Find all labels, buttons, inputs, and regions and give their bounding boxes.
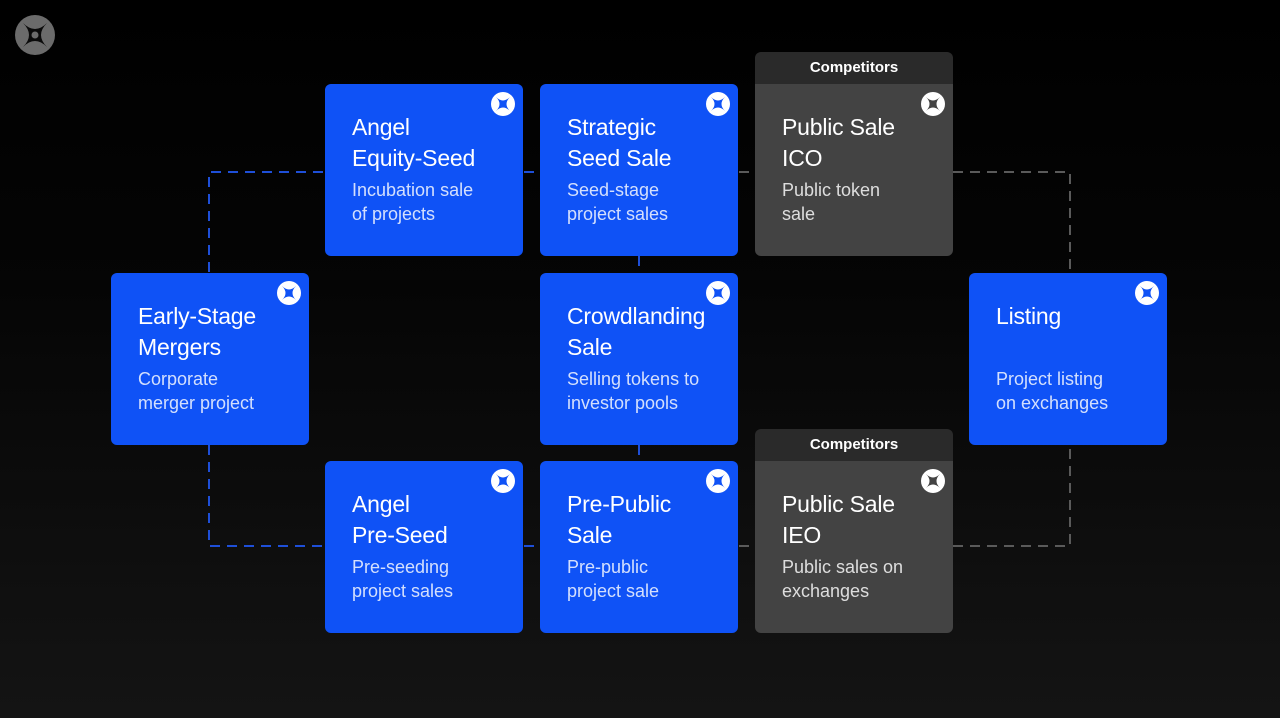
card-public-sale-ico[interactable]: Public Sale ICO Public token sale (755, 84, 953, 256)
card-description: Public token sale (782, 180, 881, 224)
card-angel-pre-seed[interactable]: Angel Pre-Seed Pre-seeding project sales (325, 461, 523, 633)
card-description: Public sales on exchanges (782, 557, 904, 601)
card-title: Public Sale ICO (782, 114, 895, 171)
x-circle-logo-icon (15, 15, 55, 55)
card-title: Strategic Seed Sale (567, 114, 672, 171)
x-circle-badge-icon (1135, 281, 1159, 305)
card-public-sale-ieo[interactable]: Public Sale IEO Public sales on exchange… (755, 461, 953, 633)
card-description: Corporate merger project (138, 369, 255, 413)
card-description: Incubation sale of projects (352, 180, 474, 224)
x-circle-badge-icon (921, 469, 945, 493)
card-description: Pre-public project sale (567, 557, 660, 601)
card-description: Project listing on exchanges (996, 369, 1109, 413)
x-circle-badge-icon (921, 92, 945, 116)
connector-bottom-right-b (953, 445, 1071, 547)
x-circle-badge-icon (706, 469, 730, 493)
card-description: Seed-stage project sales (567, 180, 669, 224)
card-strategic-seed-sale[interactable]: Strategic Seed Sale Seed-stage project s… (540, 84, 738, 256)
card-angel-equity-seed[interactable]: Angel Equity-Seed Incubation sale of pro… (325, 84, 523, 256)
connector-top-right-b (953, 171, 1071, 272)
card-title: Pre-Public Sale (567, 491, 672, 548)
connector-bottom-left (208, 445, 325, 547)
card-title: Early-Stage Mergers (138, 303, 256, 360)
x-circle-badge-icon (491, 469, 515, 493)
x-circle-badge-icon (706, 281, 730, 305)
card-listing[interactable]: Listing Project listing on exchanges (969, 273, 1167, 445)
card-pre-public-sale[interactable]: Pre-Public Sale Pre-public project sale (540, 461, 738, 633)
x-circle-badge-icon (706, 92, 730, 116)
x-circle-badge-icon (491, 92, 515, 116)
card-early-stage-mergers[interactable]: Early-Stage Mergers Corporate merger pro… (111, 273, 309, 445)
card-description: Selling tokens to investor pools (567, 369, 700, 413)
card-title: Angel Equity-Seed (352, 114, 476, 171)
card-crowdlanding-sale[interactable]: Crowdlanding Sale Selling tokens to inve… (540, 273, 738, 445)
card-title: Public Sale IEO (782, 491, 895, 548)
card-title: Crowdlanding Sale (567, 303, 706, 360)
competitors-tab-top: Competitors (755, 52, 953, 84)
card-title: Listing (996, 303, 1062, 329)
diagram-canvas: Angel Equity-Seed Incubation sale of pro… (0, 0, 1280, 718)
x-circle-badge-icon (277, 281, 301, 305)
connector-top-left (208, 171, 325, 272)
card-description: Pre-seeding project sales (352, 557, 454, 601)
card-title: Angel Pre-Seed (352, 491, 448, 548)
competitors-tab-bottom: Competitors (755, 429, 953, 461)
